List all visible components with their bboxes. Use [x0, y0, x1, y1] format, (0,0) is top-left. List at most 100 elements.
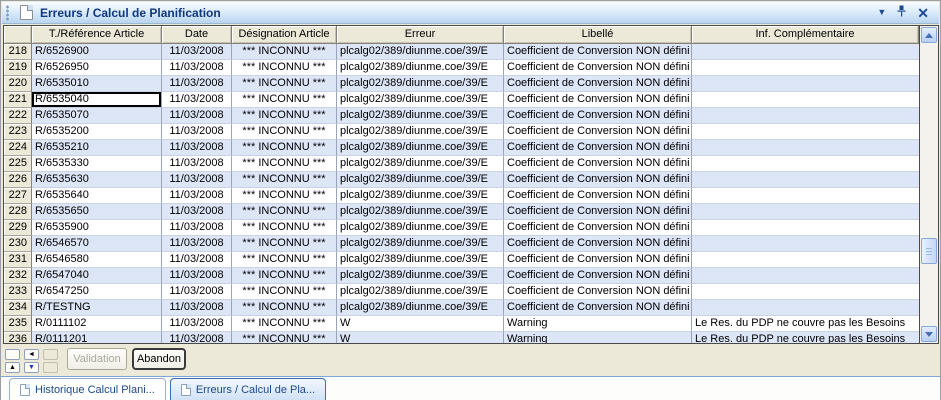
cell-libelle[interactable]: Coefficient de Conversion NON défini — [504, 140, 692, 156]
header-erreur[interactable]: Erreur — [337, 26, 504, 44]
cell-reference[interactable]: R/6546570 — [32, 236, 162, 252]
cell-date[interactable]: 11/03/2008 — [162, 124, 232, 140]
cell-designation[interactable]: *** INCONNU *** — [232, 284, 337, 300]
cell-reference[interactable]: R/6535900 — [32, 220, 162, 236]
cell-libelle[interactable]: Coefficient de Conversion NON défini — [504, 156, 692, 172]
cell-info[interactable] — [692, 284, 919, 300]
row-number-cell[interactable]: 225 — [4, 156, 32, 172]
cell-libelle[interactable]: Coefficient de Conversion NON défini — [504, 60, 692, 76]
nav-left-button[interactable]: ◄ — [24, 349, 39, 360]
cell-libelle[interactable]: Coefficient de Conversion NON défini — [504, 300, 692, 316]
cell-designation[interactable]: *** INCONNU *** — [232, 60, 337, 76]
cell-designation[interactable]: *** INCONNU *** — [232, 124, 337, 140]
cell-info[interactable] — [692, 188, 919, 204]
cell-info[interactable] — [692, 60, 919, 76]
row-number-cell[interactable]: 224 — [4, 140, 32, 156]
row-number-cell[interactable]: 232 — [4, 268, 32, 284]
cell-designation[interactable]: *** INCONNU *** — [232, 108, 337, 124]
cell-info[interactable] — [692, 252, 919, 268]
row-number-cell[interactable]: 231 — [4, 252, 32, 268]
cell-libelle[interactable]: Warning — [504, 316, 692, 332]
nav-down-button[interactable]: ▼ — [24, 362, 39, 373]
cell-date[interactable]: 11/03/2008 — [162, 204, 232, 220]
cell-designation[interactable]: *** INCONNU *** — [232, 44, 337, 60]
cell-libelle[interactable]: Coefficient de Conversion NON défini — [504, 252, 692, 268]
cell-info[interactable]: Le Res. du PDP ne couvre pas les Besoins — [692, 316, 919, 332]
cell-libelle[interactable]: Coefficient de Conversion NON défini — [504, 44, 692, 60]
cell-reference[interactable]: R/6535640 — [32, 188, 162, 204]
cell-date[interactable]: 11/03/2008 — [162, 108, 232, 124]
row-number-cell[interactable]: 223 — [4, 124, 32, 140]
cell-reference[interactable]: R/6526950 — [32, 60, 162, 76]
cell-erreur[interactable]: plcalg02/389/diunme.coe/39/E — [337, 236, 504, 252]
cell-info[interactable] — [692, 236, 919, 252]
scroll-up-button[interactable] — [921, 27, 937, 43]
abandon-button[interactable]: Abandon — [132, 348, 186, 370]
cell-date[interactable]: 11/03/2008 — [162, 316, 232, 332]
cell-designation[interactable]: *** INCONNU *** — [232, 140, 337, 156]
nav-blank-button[interactable] — [5, 349, 20, 360]
cell-erreur[interactable]: plcalg02/389/diunme.coe/39/E — [337, 140, 504, 156]
cell-designation[interactable]: *** INCONNU *** — [232, 300, 337, 316]
cell-info[interactable] — [692, 124, 919, 140]
cell-designation[interactable]: *** INCONNU *** — [232, 316, 337, 332]
cell-reference[interactable]: R/0111102 — [32, 316, 162, 332]
row-number-cell[interactable]: 236 — [4, 332, 32, 343]
row-number-cell[interactable]: 233 — [4, 284, 32, 300]
cell-info[interactable] — [692, 44, 919, 60]
cell-erreur[interactable]: plcalg02/389/diunme.coe/39/E — [337, 156, 504, 172]
cell-info[interactable] — [692, 108, 919, 124]
cell-libelle[interactable]: Coefficient de Conversion NON défini — [504, 108, 692, 124]
row-number-cell[interactable]: 226 — [4, 172, 32, 188]
cell-libelle[interactable]: Coefficient de Conversion NON défini — [504, 220, 692, 236]
scrollbar-thumb[interactable] — [921, 238, 937, 264]
vertical-scrollbar[interactable] — [920, 26, 938, 343]
nav-up-button[interactable]: ▲ — [5, 362, 20, 373]
cell-date[interactable]: 11/03/2008 — [162, 284, 232, 300]
close-icon[interactable]: ✕ — [917, 6, 929, 20]
tab-historique-calcul[interactable]: Historique Calcul Plani... — [9, 378, 166, 400]
cell-info[interactable] — [692, 268, 919, 284]
scroll-down-button[interactable] — [921, 326, 937, 342]
header-designation[interactable]: Désignation Article — [232, 26, 337, 44]
cell-designation[interactable]: *** INCONNU *** — [232, 92, 337, 108]
cell-date[interactable]: 11/03/2008 — [162, 300, 232, 316]
cell-date[interactable]: 11/03/2008 — [162, 252, 232, 268]
cell-designation[interactable]: *** INCONNU *** — [232, 204, 337, 220]
cell-erreur[interactable]: W — [337, 332, 504, 343]
drag-grip[interactable] — [5, 5, 10, 21]
cell-designation[interactable]: *** INCONNU *** — [232, 236, 337, 252]
cell-designation[interactable]: *** INCONNU *** — [232, 252, 337, 268]
tab-erreurs-calcul[interactable]: Erreurs / Calcul de Pla... — [170, 378, 326, 400]
cell-reference[interactable]: R/6535650 — [32, 204, 162, 220]
cell-date[interactable]: 11/03/2008 — [162, 76, 232, 92]
row-number-cell[interactable]: 235 — [4, 316, 32, 332]
cell-designation[interactable]: *** INCONNU *** — [232, 220, 337, 236]
cell-libelle[interactable]: Coefficient de Conversion NON défini — [504, 76, 692, 92]
cell-info[interactable] — [692, 156, 919, 172]
cell-designation[interactable]: *** INCONNU *** — [232, 332, 337, 343]
cell-info[interactable] — [692, 220, 919, 236]
cell-erreur[interactable]: plcalg02/389/diunme.coe/39/E — [337, 108, 504, 124]
cell-date[interactable]: 11/03/2008 — [162, 44, 232, 60]
cell-reference[interactable]: R/6546580 — [32, 252, 162, 268]
cell-info[interactable] — [692, 92, 919, 108]
cell-erreur[interactable]: plcalg02/389/diunme.coe/39/E — [337, 188, 504, 204]
cell-erreur[interactable]: plcalg02/389/diunme.coe/39/E — [337, 172, 504, 188]
cell-designation[interactable]: *** INCONNU *** — [232, 268, 337, 284]
cell-info[interactable] — [692, 300, 919, 316]
pin-icon[interactable] — [896, 5, 907, 20]
header-reference[interactable]: T./Référence Article — [32, 26, 162, 44]
cell-info[interactable] — [692, 76, 919, 92]
cell-reference[interactable]: R/6535210 — [32, 140, 162, 156]
cell-libelle[interactable]: Coefficient de Conversion NON défini — [504, 124, 692, 140]
chevron-down-icon[interactable]: ▼ — [877, 8, 886, 17]
cell-erreur[interactable]: W — [337, 316, 504, 332]
row-number-cell[interactable]: 229 — [4, 220, 32, 236]
cell-libelle[interactable]: Coefficient de Conversion NON défini — [504, 204, 692, 220]
row-number-cell[interactable]: 218 — [4, 44, 32, 60]
cell-libelle[interactable]: Warning — [504, 332, 692, 343]
cell-info[interactable] — [692, 204, 919, 220]
cell-libelle[interactable]: Coefficient de Conversion NON défini — [504, 172, 692, 188]
cell-erreur[interactable]: plcalg02/389/diunme.coe/39/E — [337, 268, 504, 284]
